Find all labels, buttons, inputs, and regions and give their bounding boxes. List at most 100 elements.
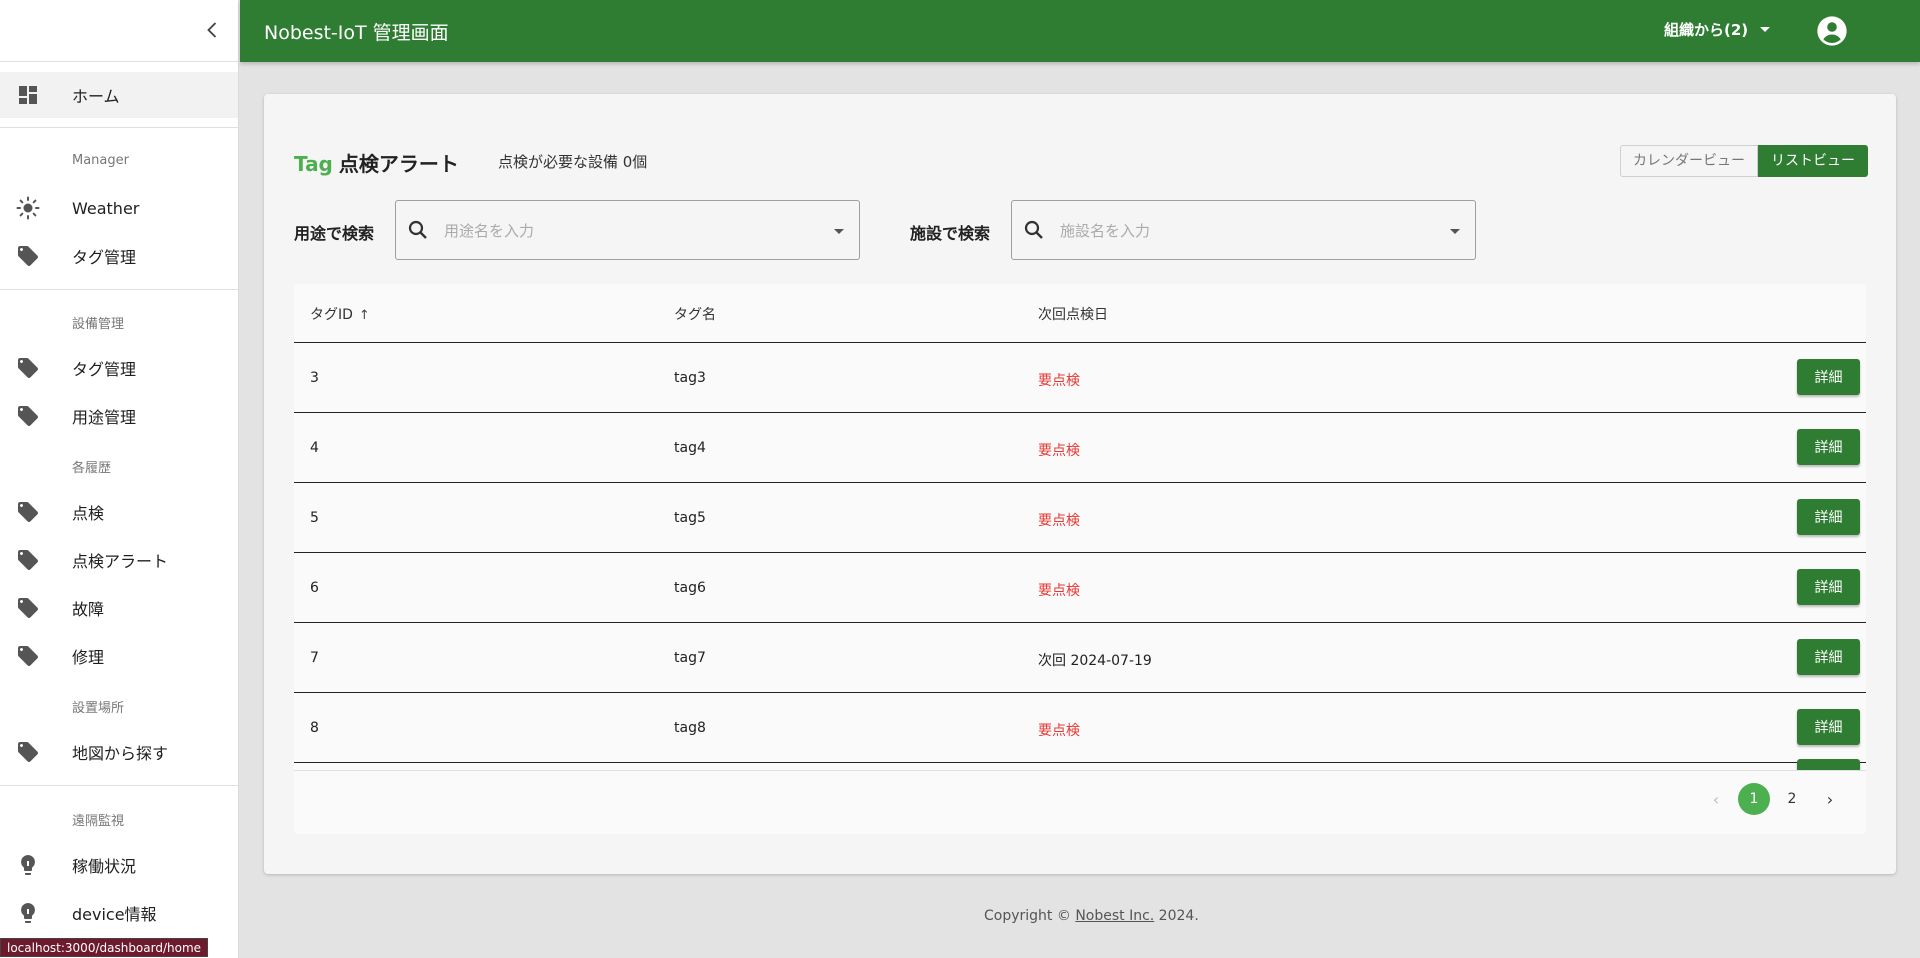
sidebar-item-label: 地図から探す (72, 744, 169, 763)
detail-button[interactable]: 詳細 (1797, 709, 1860, 745)
lightbulb-icon (16, 901, 40, 925)
sort-arrow-icon[interactable]: ↑ (359, 308, 370, 323)
tag-icon (16, 596, 40, 620)
tag-id-cell: 8 (310, 720, 319, 736)
required-count: 点検が必要な設備 0個 (498, 153, 648, 171)
app-header: Nobest-IoT 管理画面 組織から(2) (240, 0, 1920, 62)
company-link[interactable]: Nobest Inc. (1075, 908, 1154, 924)
page-1-button[interactable]: 1 (1738, 783, 1770, 815)
tag-icon (16, 404, 40, 428)
dashboard-icon (16, 83, 40, 107)
app-title: Nobest-IoT 管理画面 (264, 22, 449, 44)
table-body: 3 tag3 要点検 詳細 4 tag4 要点検 詳細 5 tag5 要点検 詳… (294, 343, 1866, 770)
dropdown-arrow-icon[interactable] (1450, 229, 1460, 234)
section-history: 各履歴 (72, 461, 112, 476)
next-inspection-cell: 要点検 (1038, 513, 1080, 529)
sidebar-item-label: ホーム (72, 87, 120, 106)
dropdown-arrow-icon[interactable] (834, 229, 844, 234)
tag-icon (16, 500, 40, 524)
main-card: Tag 点検アラート 点検が必要な設備 0個 カレンダービュー リストビュー 用途… (264, 94, 1896, 874)
account-circle-icon[interactable] (1816, 15, 1848, 47)
copyright: Copyright © Nobest Inc. 2024. (984, 908, 1199, 924)
page-title: Tag 点検アラート (294, 148, 459, 177)
table-row: 7 tag7 次回 2024-07-19 詳細 (294, 623, 1866, 693)
tag-id-cell: 4 (310, 440, 319, 456)
list-view-button[interactable]: リストビュー (1758, 145, 1868, 177)
tag-id-cell: 5 (310, 510, 319, 526)
tag-icon (16, 740, 40, 764)
sidebar-item-map-search[interactable]: 地図から探す (0, 729, 238, 775)
page-title-text: 点検アラート (338, 152, 459, 176)
page-2-button[interactable]: 2 (1776, 783, 1808, 815)
tag-name-cell: tag6 (674, 580, 706, 596)
org-selector[interactable]: 組織から(2) (1664, 19, 1771, 40)
sidebar-item-inspection[interactable]: 点検 (0, 489, 238, 535)
copyright-suffix: 2024. (1154, 908, 1199, 924)
table-row: 5 tag5 要点検 詳細 (294, 483, 1866, 553)
sidebar-item-label: 点検アラート (72, 552, 169, 571)
sidebar-item-device-info[interactable]: device情報 (0, 890, 238, 936)
column-header-tag-name[interactable]: タグ名 (674, 304, 716, 324)
calendar-view-button[interactable]: カレンダービュー (1620, 145, 1758, 177)
tag-icon (16, 644, 40, 668)
sidebar-item-weather[interactable]: Weather (0, 185, 238, 231)
usage-filter[interactable] (395, 200, 860, 260)
detail-button[interactable]: 詳細 (1797, 569, 1860, 605)
search-icon (406, 218, 430, 242)
tag-id-cell: 7 (310, 650, 319, 666)
facility-filter[interactable] (1011, 200, 1476, 260)
sidebar-item-tag-manager[interactable]: タグ管理 (0, 233, 238, 279)
tag-name-cell: tag3 (674, 370, 706, 386)
sidebar-header (0, 0, 238, 62)
sun-icon (16, 196, 40, 220)
sidebar-item-tag-management[interactable]: タグ管理 (0, 345, 238, 391)
next-inspection-cell: 要点検 (1038, 443, 1080, 459)
org-label: 組織から(2) (1664, 21, 1749, 39)
alert-table: タグID ↑ タグ名 次回点検日 3 tag3 要点検 詳細 4 tag4 要点検… (294, 284, 1866, 834)
next-page-button[interactable]: › (1814, 783, 1846, 815)
divider (0, 127, 238, 128)
sidebar-item-failure[interactable]: 故障 (0, 585, 238, 631)
column-label: タグID (310, 307, 353, 323)
sidebar-item-inspection-alert[interactable]: 点検アラート (0, 537, 238, 583)
sidebar-item-label: 点検 (72, 504, 105, 523)
detail-button[interactable]: 詳細 (1797, 499, 1860, 535)
sidebar-item-operation-status[interactable]: 稼働状況 (0, 842, 238, 888)
tag-id-cell: 3 (310, 370, 319, 386)
page-title-tag: Tag (294, 152, 333, 176)
sidebar-item-home[interactable]: ホーム (0, 72, 238, 118)
tag-name-cell: tag4 (674, 440, 706, 456)
usage-filter-label: 用途で検索 (294, 224, 375, 243)
prev-page-button[interactable]: ‹ (1700, 783, 1732, 815)
column-header-tag-id[interactable]: タグID ↑ (310, 304, 370, 324)
detail-button[interactable]: 詳細 (1797, 639, 1860, 675)
column-header-next-inspection[interactable]: 次回点検日 (1038, 304, 1108, 324)
facility-search-input[interactable] (1060, 219, 1420, 243)
table-row: 3 tag3 要点検 詳細 (294, 343, 1866, 413)
tag-name-cell: tag8 (674, 720, 706, 736)
sidebar-item-label: タグ管理 (72, 360, 137, 379)
sidebar-item-label: Weather (72, 198, 140, 218)
detail-button[interactable]: 詳細 (1797, 429, 1860, 465)
section-remote: 遠隔監視 (72, 814, 125, 829)
pagination: ‹ 1 2 › (1694, 783, 1846, 815)
detail-button[interactable]: 詳細 (1797, 359, 1860, 395)
usage-search-input[interactable] (444, 219, 804, 243)
chevron-left-icon[interactable] (198, 16, 226, 44)
tag-name-cell: tag7 (674, 650, 706, 666)
table-row: 6 tag6 要点検 詳細 (294, 553, 1866, 623)
sidebar-item-label: 修理 (72, 648, 105, 667)
next-inspection-cell: 次回 2024-07-19 (1038, 653, 1152, 669)
sidebar-item-label: 稼働状況 (72, 857, 137, 876)
sidebar-item-usage-management[interactable]: 用途管理 (0, 393, 238, 439)
lightbulb-icon (16, 853, 40, 877)
detail-button[interactable]: 詳細 (1797, 759, 1860, 770)
sidebar-item-repair[interactable]: 修理 (0, 633, 238, 679)
next-inspection-cell: 要点検 (1038, 373, 1080, 389)
search-icon (1022, 218, 1046, 242)
status-bar-url: localhost:3000/dashboard/home (0, 938, 209, 957)
tag-icon (16, 244, 40, 268)
tag-name-cell: tag5 (674, 510, 706, 526)
view-toggle: カレンダービュー リストビュー (1620, 145, 1868, 177)
facility-filter-label: 施設で検索 (910, 224, 991, 243)
